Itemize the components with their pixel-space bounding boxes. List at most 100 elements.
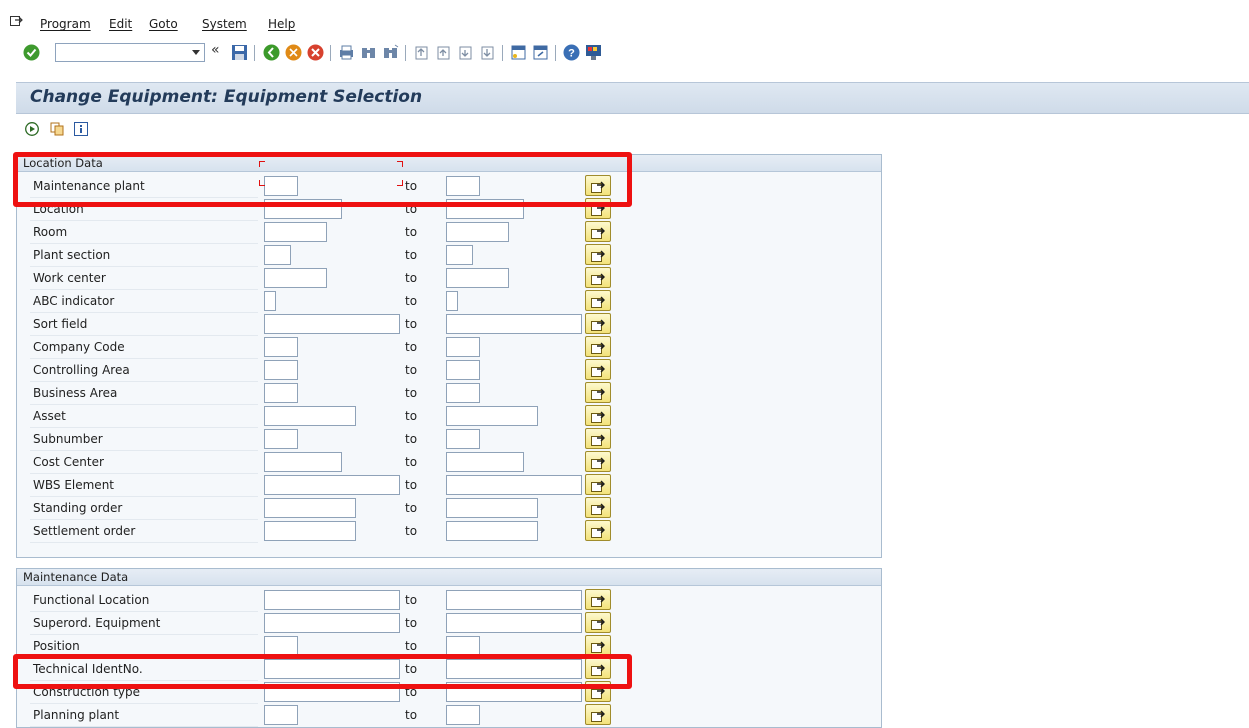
multiple-selection-button[interactable] [585,451,611,472]
to-label: to [405,225,418,239]
maintenance-row-from-input[interactable] [264,590,400,610]
back-icon[interactable] [263,44,280,61]
cancel-icon[interactable] [307,44,324,61]
location-row-from-input[interactable] [264,268,327,288]
row-divider [30,404,258,405]
multiple-selection-button[interactable] [585,290,611,311]
menu-edit[interactable]: Edit [109,17,132,31]
find-next-icon[interactable] [382,44,399,61]
enter-icon[interactable] [23,44,40,61]
first-page-icon[interactable] [413,44,430,61]
multiple-selection-icon [591,526,605,538]
new-session-icon[interactable] [510,44,527,61]
menu-system[interactable]: System [202,17,247,31]
to-label: to [405,248,418,262]
shortcut-icon[interactable] [532,44,549,61]
get-variant-icon[interactable] [50,122,64,136]
command-field[interactable] [55,43,205,62]
location-row-to-input[interactable] [446,429,480,449]
location-row-label: Subnumber [33,432,103,446]
menu-exit-icon[interactable] [10,14,23,27]
to-label: to [405,409,418,423]
execute-icon[interactable] [25,122,39,136]
toolbar-separator [502,45,503,61]
multiple-selection-button[interactable] [585,359,611,380]
multiple-selection-button[interactable] [585,267,611,288]
maintenance-row-from-input[interactable] [264,705,298,725]
print-icon[interactable] [338,44,355,61]
location-row-to-input[interactable] [446,360,480,380]
location-row-to-input[interactable] [446,291,458,311]
location-row-to-input[interactable] [446,222,509,242]
location-row-to-input[interactable] [446,521,538,541]
customize-layout-icon[interactable] [585,44,602,61]
help-icon[interactable]: ? [563,44,580,61]
multiple-selection-button[interactable] [585,244,611,265]
multiple-selection-button[interactable] [585,405,611,426]
multiple-selection-button[interactable] [585,474,611,495]
row-divider [30,473,258,474]
location-row-to-input[interactable] [446,383,480,403]
multiple-selection-button[interactable] [585,313,611,334]
previous-page-icon[interactable] [435,44,452,61]
multiple-selection-button[interactable] [585,428,611,449]
location-row-from-input[interactable] [264,245,291,265]
maintenance-row-to-input[interactable] [446,613,582,633]
location-row-from-input[interactable] [264,337,298,357]
location-row-to-input[interactable] [446,475,582,495]
location-row-from-input[interactable] [264,314,400,334]
location-row-from-input[interactable] [264,498,356,518]
save-icon[interactable] [231,44,248,61]
location-row-from-input[interactable] [264,452,342,472]
location-row-to-input[interactable] [446,268,509,288]
location-row-label: Room [33,225,68,239]
maintenance-row-to-input[interactable] [446,636,480,656]
location-row-to-input[interactable] [446,406,538,426]
location-row-from-input[interactable] [264,291,276,311]
location-row-to-input[interactable] [446,452,524,472]
multiple-selection-button[interactable] [585,635,611,656]
find-icon[interactable] [360,44,377,61]
menu-help[interactable]: Help [268,17,295,31]
menu-goto[interactable]: Goto [149,17,178,31]
menu-program[interactable]: Program [40,17,91,31]
multiple-selection-button[interactable] [585,612,611,633]
row-divider [30,542,258,543]
to-label: to [405,708,418,722]
location-row-to-input[interactable] [446,245,473,265]
row-divider [30,427,258,428]
last-page-icon[interactable] [479,44,496,61]
location-row-to-input[interactable] [446,337,480,357]
maintenance-row-to-input[interactable] [446,590,582,610]
maintenance-row-from-input[interactable] [264,613,400,633]
exit-icon[interactable] [285,44,302,61]
location-row-from-input[interactable] [264,521,356,541]
location-row-from-input[interactable] [264,475,400,495]
location-row-from-input[interactable] [264,360,298,380]
maintenance-row-from-input[interactable] [264,636,298,656]
location-row-to-input[interactable] [446,314,582,334]
location-row-from-input[interactable] [264,383,298,403]
location-row-to-input[interactable] [446,498,538,518]
multiple-selection-button[interactable] [585,497,611,518]
location-row-from-input[interactable] [264,429,298,449]
information-icon[interactable] [74,122,88,136]
location-row-from-input[interactable] [264,222,327,242]
double-left-chevron-icon[interactable]: « [211,42,228,59]
chevron-down-icon[interactable] [192,50,200,55]
multiple-selection-button[interactable] [585,520,611,541]
menu-bar: Program Edit Goto System Help [0,0,1249,36]
multiple-selection-button[interactable] [585,382,611,403]
multiple-selection-button[interactable] [585,704,611,725]
multiple-selection-button[interactable] [585,336,611,357]
maintenance-row-to-input[interactable] [446,705,480,725]
highlight-box-maintenance-plant [13,152,632,207]
multiple-selection-icon [591,365,605,377]
group-title: Maintenance Data [23,570,129,584]
location-row-from-input[interactable] [264,406,356,426]
next-page-icon[interactable] [457,44,474,61]
multiple-selection-icon [591,457,605,469]
multiple-selection-button[interactable] [585,221,611,242]
location-row-label: Company Code [33,340,125,354]
multiple-selection-button[interactable] [585,589,611,610]
